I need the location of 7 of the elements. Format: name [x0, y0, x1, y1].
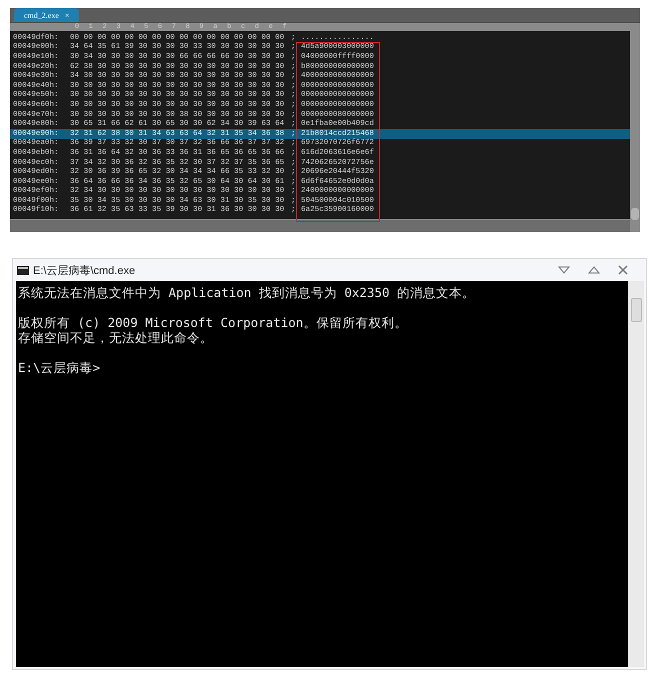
- window-title: E:\云层病毒\cmd.exe: [33, 264, 136, 278]
- console-line: 版权所有 (c) 2009 Microsoft Corporation。保留所有权利。: [18, 315, 408, 330]
- close-icon[interactable]: ×: [64, 10, 70, 20]
- console-line: 系统无法在消息文件中为 Application 找到消息号为 0x2350 的消息文本。: [18, 285, 476, 300]
- file-tab[interactable]: cmd_2.exe ×: [14, 8, 80, 22]
- console-line: E:\云层病毒>: [18, 360, 102, 375]
- console-line: 存储空间不足，无法处理此命令。: [18, 330, 214, 345]
